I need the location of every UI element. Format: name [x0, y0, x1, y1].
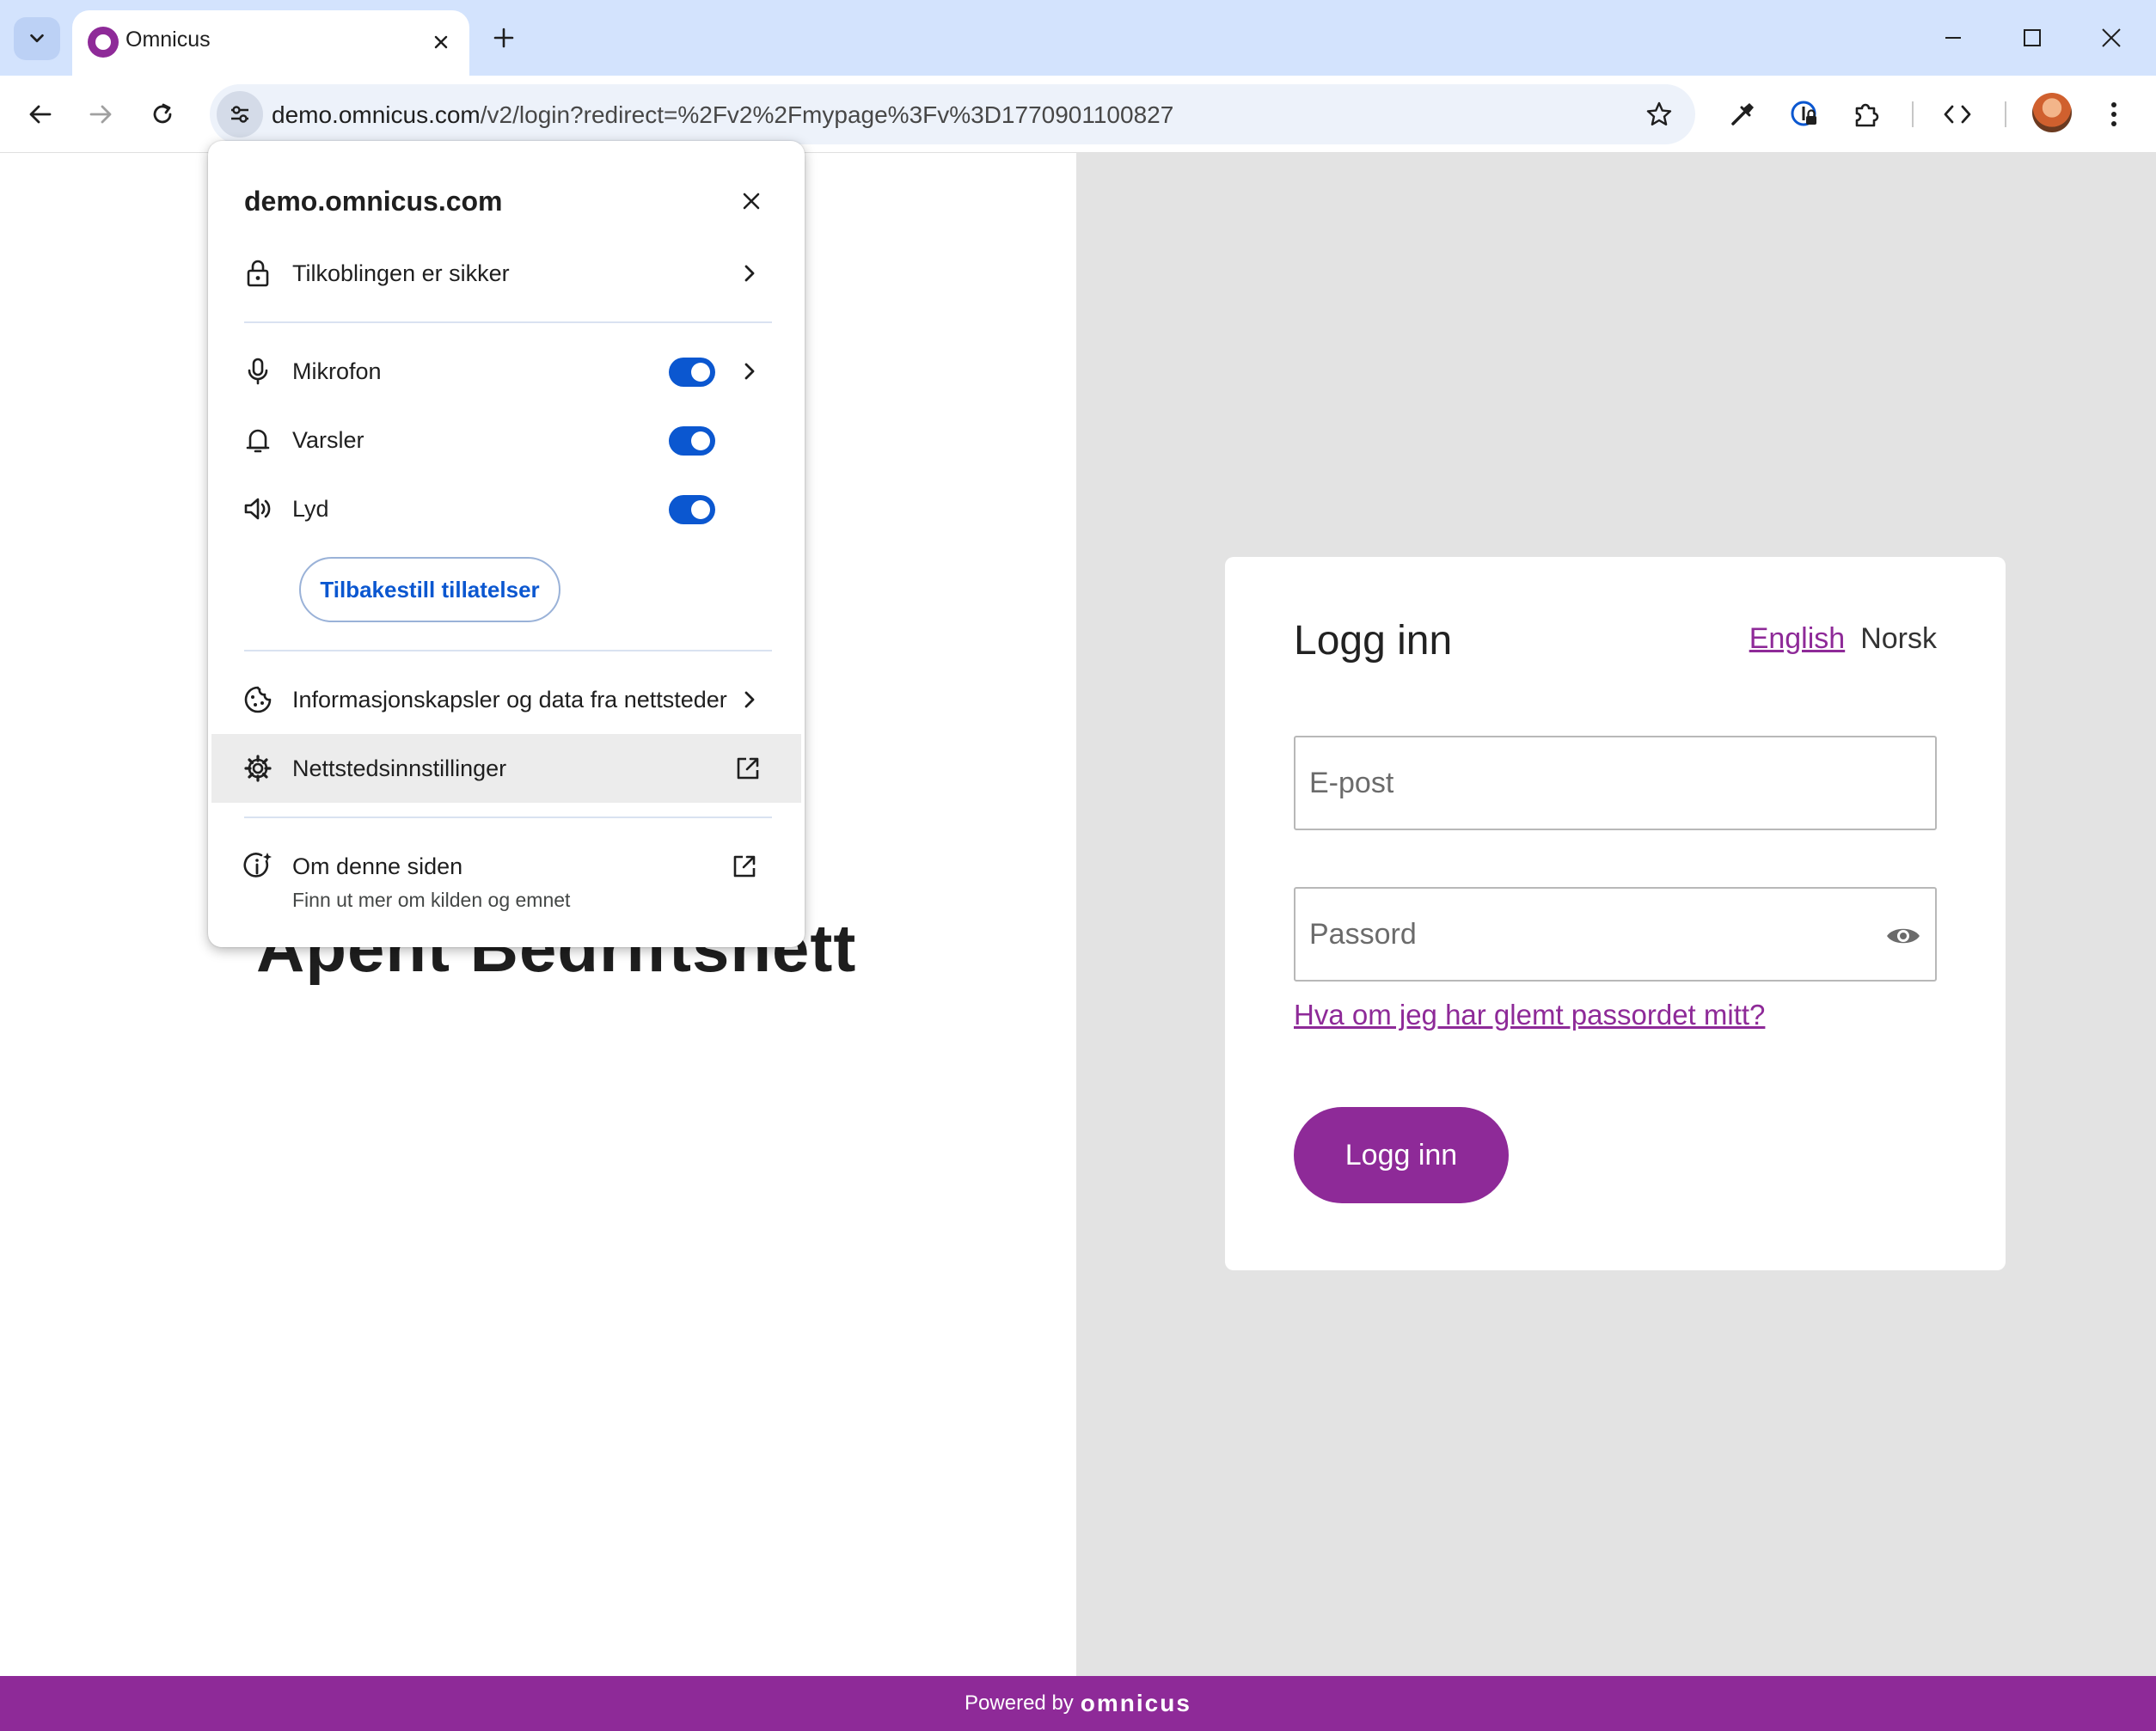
- chevron-right-icon: [734, 684, 765, 715]
- connection-secure-row[interactable]: Tilkoblingen er sikker: [208, 239, 805, 308]
- tab-strip: Omnicus: [0, 0, 2156, 76]
- reset-permissions-button[interactable]: Tilbakestill tillatelser: [299, 557, 560, 622]
- minimize-button[interactable]: [1919, 12, 1988, 64]
- right-pane: Logg inn English Norsk E-post Passord Hv…: [1076, 153, 2156, 1676]
- back-button[interactable]: [19, 93, 62, 136]
- login-card: Logg inn English Norsk E-post Passord Hv…: [1225, 557, 2006, 1270]
- popup-domain: demo.omnicus.com: [244, 186, 503, 217]
- cookies-row[interactable]: Informasjonskapsler og data fra nettsted…: [208, 665, 805, 734]
- footer-brand-logo: omnicus: [1080, 1690, 1191, 1716]
- tab-active[interactable]: Omnicus: [72, 10, 469, 76]
- omnicus-favicon-icon: [88, 27, 119, 58]
- toolbar-separator: [1912, 101, 1914, 127]
- new-tab-button[interactable]: [487, 21, 521, 55]
- lang-english-link[interactable]: English: [1749, 622, 1846, 656]
- close-icon: [743, 193, 760, 210]
- tab-close-button[interactable]: [426, 28, 456, 57]
- microphone-toggle[interactable]: [669, 358, 715, 387]
- toolbar-separator: [2005, 101, 2006, 127]
- profile-avatar[interactable]: [2032, 93, 2072, 132]
- speaker-icon: [241, 492, 275, 526]
- bookmark-button[interactable]: [1642, 97, 1676, 132]
- eyedropper-extension-button[interactable]: [1721, 93, 1764, 136]
- bell-icon: [241, 423, 275, 457]
- gear-icon: [241, 751, 275, 786]
- lock-shield-icon: [1791, 101, 1816, 126]
- divider: [244, 321, 772, 323]
- reload-button[interactable]: [141, 93, 184, 136]
- url-path: /v2/login?redirect=%2Fv2%2Fmypage%3Fv%3D…: [480, 101, 1174, 128]
- footer-powered-by: Powered by: [965, 1691, 1074, 1715]
- code-icon: [1944, 105, 1971, 124]
- forward-button[interactable]: [79, 93, 122, 136]
- cookies-label: Informasjonskapsler og data fra nettsted…: [292, 687, 727, 713]
- lang-norsk-label[interactable]: Norsk: [1860, 622, 1937, 656]
- browser-menu-button[interactable]: [2092, 93, 2135, 136]
- about-subtitle: Finn ut mer om kilden og emnet: [292, 889, 571, 911]
- footer: Powered by omnicus: [0, 1676, 2156, 1731]
- email-field[interactable]: E-post: [1294, 736, 1937, 830]
- arrow-right-icon: [89, 105, 112, 124]
- eye-icon: [1887, 928, 1920, 944]
- arrow-left-icon: [29, 105, 52, 124]
- maximize-button[interactable]: [1998, 12, 2067, 64]
- lock-icon: [241, 256, 275, 291]
- close-icon: [434, 35, 448, 49]
- popup-close-button[interactable]: [734, 184, 769, 218]
- login-title: Logg inn: [1294, 618, 1453, 664]
- more-vert-icon: [2111, 102, 2116, 126]
- eyedropper-icon: [1731, 103, 1754, 125]
- divider: [244, 817, 772, 818]
- site-settings-label: Nettstedsinnstillinger: [292, 755, 507, 781]
- login-button[interactable]: Logg inn: [1294, 1107, 1509, 1203]
- puzzle-icon: [1855, 103, 1879, 127]
- connection-label: Tilkoblingen er sikker: [292, 260, 510, 286]
- language-switcher: English Norsk: [1749, 622, 1937, 656]
- devtools-button[interactable]: [1936, 93, 1979, 136]
- sound-toggle[interactable]: [669, 495, 715, 524]
- chevron-right-icon: [734, 258, 765, 289]
- reload-icon: [153, 103, 172, 124]
- divider: [244, 650, 772, 651]
- permission-row-notifications[interactable]: Varsler: [208, 406, 805, 474]
- window-close-button[interactable]: [2077, 12, 2146, 64]
- site-settings-row[interactable]: Nettstedsinnstillinger: [211, 734, 801, 803]
- permission-label: Varsler: [292, 427, 364, 453]
- email-placeholder: E-post: [1309, 767, 1394, 799]
- site-info-popup: demo.omnicus.com Tilkoblingen er sikker …: [208, 141, 805, 947]
- password-field[interactable]: Passord: [1294, 887, 1937, 982]
- address-bar[interactable]: demo.omnicus.com/v2/login?redirect=%2Fv2…: [210, 84, 1695, 144]
- url-text: demo.omnicus.com/v2/login?redirect=%2Fv2…: [272, 101, 1173, 129]
- maximize-icon: [2024, 29, 2041, 46]
- password-placeholder: Passord: [1309, 918, 1417, 951]
- forgot-password-link[interactable]: Hva om jeg har glemt passordet mitt?: [1294, 999, 1765, 1031]
- about-page-row[interactable]: Om denne siden Finn ut mer om kilden og …: [208, 832, 805, 927]
- star-icon: [1646, 101, 1672, 125]
- permission-label: Lyd: [292, 496, 329, 522]
- site-info-button[interactable]: [217, 91, 263, 138]
- extensions-button[interactable]: [1845, 93, 1888, 136]
- plus-icon: [493, 28, 514, 48]
- permission-row-sound[interactable]: Lyd: [208, 474, 805, 543]
- url-host: demo.omnicus.com: [272, 101, 481, 128]
- permission-row-microphone[interactable]: Mikrofon: [208, 337, 805, 406]
- browser-window: Omnicus demo.omnicus.com/v2/login?redire…: [0, 0, 2156, 1731]
- minimize-icon: [1945, 37, 1961, 39]
- open-in-new-icon: [732, 753, 763, 784]
- info-sparkle-icon: [241, 849, 275, 884]
- password-manager-extension-button[interactable]: [1783, 93, 1826, 136]
- close-icon: [2102, 28, 2121, 47]
- about-label: Om denne siden: [292, 853, 463, 879]
- notifications-toggle[interactable]: [669, 426, 715, 456]
- show-password-button[interactable]: [1883, 916, 1923, 956]
- tab-search-button[interactable]: [14, 17, 60, 60]
- open-in-new-icon: [729, 851, 760, 882]
- permission-label: Mikrofon: [292, 358, 382, 384]
- chevron-right-icon: [734, 356, 765, 387]
- tune-icon: [231, 106, 248, 123]
- microphone-icon: [241, 354, 275, 388]
- chevron-down-icon: [30, 34, 44, 43]
- tab-title: Omnicus: [126, 28, 211, 52]
- cookie-icon: [241, 682, 275, 717]
